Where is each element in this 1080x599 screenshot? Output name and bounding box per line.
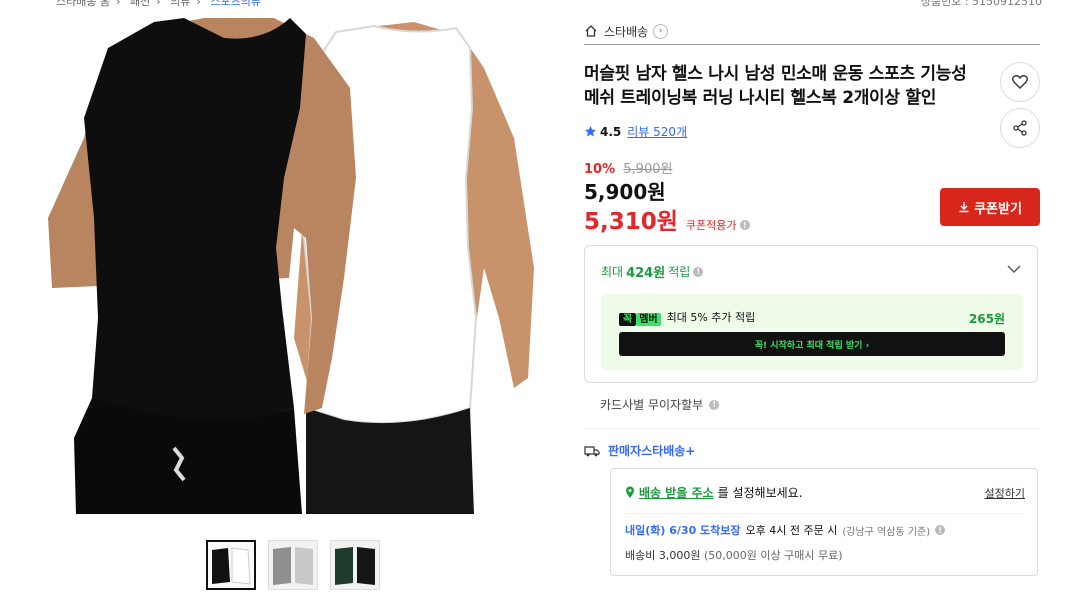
shipping-fee-amount: 배송비 3,000원: [625, 549, 701, 562]
truck-icon: [584, 445, 600, 456]
share-button[interactable]: [1000, 108, 1040, 148]
badge-wow: 꼭: [619, 312, 637, 326]
sale-price: 5,900원: [584, 180, 666, 204]
breadcrumb-item[interactable]: 스타배송 홈: [56, 0, 110, 8]
coupon-price-label: 쿠폰적용가: [685, 219, 737, 232]
reward-prefix: 최대: [601, 265, 624, 279]
home-icon: [585, 25, 597, 37]
location-pin-icon: [626, 486, 634, 498]
chevron-down-icon[interactable]: [1007, 263, 1021, 277]
discount-percent: 10%: [584, 162, 616, 177]
store-label: 스타배송: [604, 24, 649, 39]
product-info-panel: 스타배송 › 머슬핏 남자 헬스 나시 남성 민소매 운동 스포츠 기능성 메쉬…: [584, 18, 1040, 576]
store-link[interactable]: 스타배송 ›: [584, 18, 1040, 45]
wishlist-button[interactable]: [1000, 62, 1040, 102]
reward-panel: 최대 424원 적립 ! 꼭 멤버 최대 5% 추가 적립 265원 꼭! 시작하…: [584, 245, 1038, 383]
divider: [625, 513, 1025, 514]
breadcrumb: 스타배송 홈 › 패션 › 의류 › 스포츠의류: [56, 0, 267, 9]
address-text: 를 설정해보세요.: [717, 486, 803, 500]
thumbnail-black-white[interactable]: [206, 540, 256, 590]
member-reward-box: 꼭 멤버 최대 5% 추가 적립 265원 꼭! 시작하고 최대 적립 받기 ›: [601, 294, 1023, 370]
star-icon: [584, 125, 597, 137]
arrival-region: (강남구 역삼동 기준): [842, 526, 931, 538]
arrival-condition: 오후 4시 전 주문 시: [745, 524, 838, 537]
share-icon: [1013, 120, 1027, 136]
thumbnail-image: [331, 541, 379, 589]
coupon-price-tag: 쿠폰적용가 !: [686, 217, 750, 233]
address-link[interactable]: 배송 받을 주소: [639, 484, 714, 501]
rating-summary: 4.5 리뷰 520개: [584, 123, 687, 140]
reward-header[interactable]: 최대 424원 적립 !: [601, 262, 704, 281]
shipping-type-label: 판매자스타배송+: [608, 444, 696, 458]
address-prompt: 배송 받을 주소 를 설정해보세요.: [625, 484, 803, 501]
member-start-button[interactable]: 꼭! 시작하고 최대 적립 받기 ›: [619, 332, 1005, 356]
tank-top-photo: [48, 18, 534, 514]
breadcrumb-item[interactable]: 의류: [170, 0, 190, 8]
coupon-price: 5,310원: [584, 209, 678, 235]
chevron-right-icon: ›: [653, 23, 669, 39]
shipping-type: 판매자스타배송+: [584, 442, 695, 459]
rating-score: 4.5: [600, 124, 622, 139]
info-icon[interactable]: !: [709, 399, 720, 410]
product-code: 상품번호 : 5150912510: [920, 0, 1042, 8]
thumbnail-image: [208, 542, 254, 588]
breadcrumb-item[interactable]: 스포츠의류: [210, 0, 261, 8]
coupon-price-row: 5,310원 쿠폰적용가 !: [584, 202, 750, 236]
arrival-date: 내일(화) 6/30 도착보장: [625, 524, 741, 537]
installment-info: 카드사별 무이자할부 !: [600, 396, 720, 413]
coupon-button-label: 쿠폰받기: [974, 201, 1022, 217]
divider: [584, 428, 1038, 429]
installment-label: 카드사별 무이자할부: [600, 398, 704, 412]
review-count-link[interactable]: 리뷰 520개: [627, 123, 687, 140]
info-icon[interactable]: !: [935, 525, 946, 535]
download-icon: [959, 202, 969, 213]
thumbnail-strip: [206, 540, 380, 590]
product-main-image[interactable]: [44, 18, 536, 514]
heart-icon: [1012, 75, 1028, 89]
shipping-fee-condition: (50,000원 이상 구매시 무료): [703, 549, 843, 562]
thumbnail-gray[interactable]: [268, 540, 318, 590]
info-icon[interactable]: !: [693, 266, 704, 277]
arrival-info: 내일(화) 6/30 도착보장 오후 4시 전 주문 시 (강남구 역삼동 기준…: [625, 522, 946, 538]
coupon-download-button[interactable]: 쿠폰받기: [940, 188, 1040, 226]
member-reward-text: 최대 5% 추가 적립: [666, 311, 756, 324]
discount-row: 10% 5,900원: [584, 158, 672, 177]
breadcrumb-item[interactable]: 패션: [130, 0, 150, 8]
member-reward-amount: 265원: [968, 312, 1005, 326]
delivery-box: 배송 받을 주소 를 설정해보세요. 설정하기 내일(화) 6/30 도착보장 …: [610, 468, 1038, 576]
original-price: 5,900원: [623, 162, 673, 177]
reward-amount: 424원: [626, 266, 666, 281]
thumbnail-green[interactable]: [330, 540, 380, 590]
badge-member: 멤버: [636, 312, 661, 326]
reward-suffix: 적립: [668, 265, 691, 279]
member-badge: 꼭 멤버: [619, 310, 661, 326]
address-set-link[interactable]: 설정하기: [985, 485, 1025, 501]
product-title: 머슬핏 남자 헬스 나시 남성 민소매 운동 스포츠 기능성 메쉬 트레이닝복 …: [584, 64, 967, 108]
info-icon[interactable]: !: [739, 220, 750, 230]
thumbnail-image: [269, 541, 317, 589]
member-reward-row: 꼭 멤버 최대 5% 추가 적립: [619, 309, 756, 326]
chevron-down-shape: [1007, 265, 1021, 273]
shipping-fee: 배송비 3,000원 (50,000원 이상 구매시 무료): [625, 547, 843, 563]
